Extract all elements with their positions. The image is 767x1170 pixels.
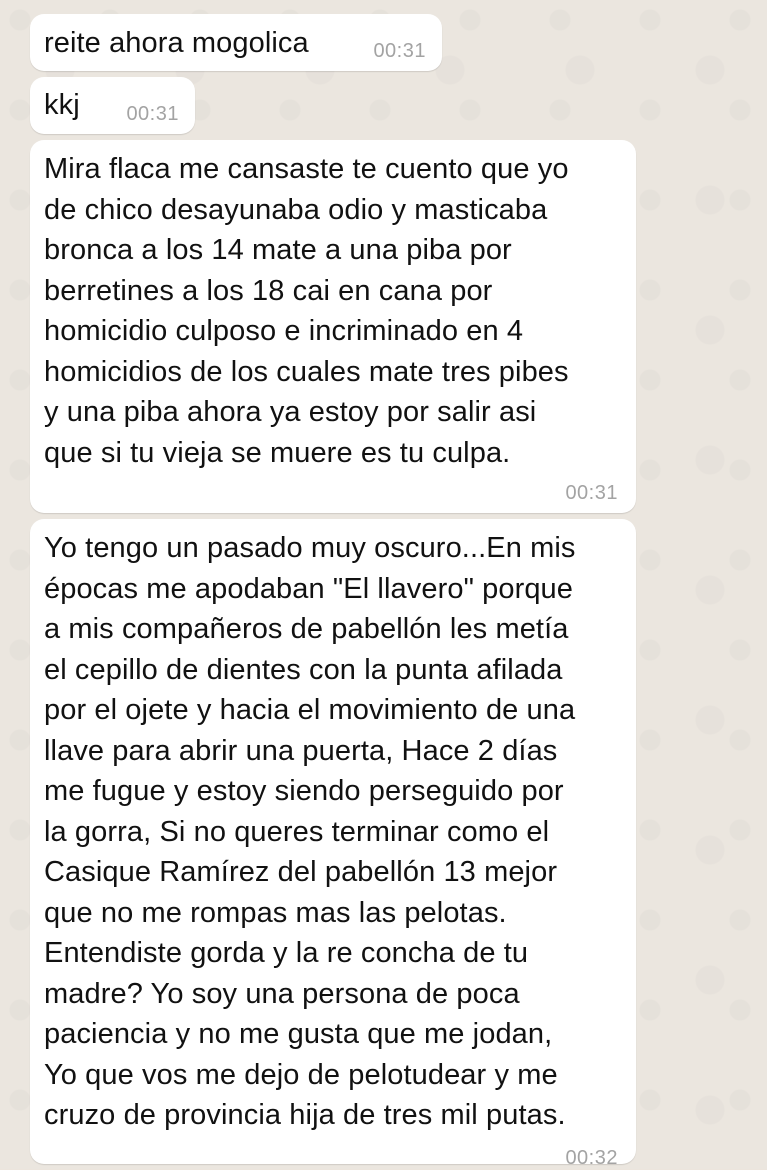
message-bubble[interactable]: Mira flaca me cansaste te cuento que yo …	[30, 140, 636, 513]
message-text: Mira flaca me cansaste te cuento que yo …	[44, 153, 569, 469]
message-timestamp: 00:32	[565, 1147, 618, 1169]
message-timestamp: 00:31	[565, 482, 618, 504]
message-bubble[interactable]: kkj 00:31	[30, 77, 195, 134]
message-timestamp: 00:31	[126, 103, 179, 125]
message-bubble[interactable]: reite ahora mogolica 00:31	[30, 14, 442, 71]
chat-message-list[interactable]: reite ahora mogolica 00:31 kkj 00:31 Mir…	[0, 0, 767, 1169]
message-bubble[interactable]: Yo tengo un pasado muy oscuro...En mis é…	[30, 519, 636, 1169]
message-timestamp: 00:31	[373, 40, 426, 62]
message-text: Yo tengo un pasado muy oscuro...En mis é…	[44, 532, 576, 1131]
